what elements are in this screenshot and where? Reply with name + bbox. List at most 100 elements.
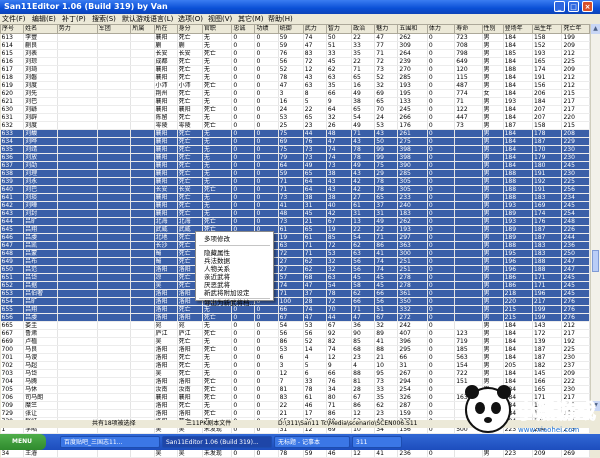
table-row[interactable]: 619 刘度 小沛 小沛 死亡 0 0 47 63 35 16 32 193 0 487 男 184 156 212: [0, 81, 590, 90]
table-cell: 襄阳: [154, 393, 178, 402]
vertical-scrollbar[interactable]: ▲ ▼: [590, 24, 600, 411]
ctx-liked-officers[interactable]: 亲近武将: [204, 273, 230, 281]
table-row[interactable]: 648吕蒙蜀死亡无0072715363413000男195183250: [0, 249, 590, 258]
column-header[interactable]: 政治: [351, 24, 376, 34]
column-header[interactable]: 寿命: [454, 24, 483, 34]
menu-help[interactable]: 帮助(H): [268, 14, 293, 24]
ctx-multi-edit[interactable]: 多项修改: [204, 235, 230, 243]
table-row[interactable]: 651吕岱凉死亡无0057686345452780男186171245: [0, 273, 590, 282]
table-row[interactable]: 641 刘琰 襄阳 死亡无 0 0 73 38 38 27 65 233 0 男 188 183 234: [0, 193, 590, 202]
column-header[interactable]: 所属: [130, 24, 155, 34]
close-button[interactable]: ×: [582, 1, 593, 12]
minimize-button[interactable]: _: [554, 1, 565, 12]
column-header[interactable]: 五围和: [397, 24, 428, 34]
column-header[interactable]: 魅力: [374, 24, 399, 34]
column-header[interactable]: 登场年: [502, 24, 534, 34]
table-cell: 183: [532, 241, 563, 250]
table-row[interactable]: 654 吕旷 洛阳 洛阳 死亡 0 0 100 28 72 66 56 350 0 男 220 217 276: [0, 297, 590, 306]
context-menu: 多项修改 隐藏属性 兵法数据 人物关系 亲近武将 厌恶武将 新武将附加设定 导出…: [195, 231, 274, 307]
table-row[interactable]: 644 吕旷 北海 北海 死亡 0 0 73 21 67 13 49 262 0 男 193 176 248: [0, 217, 590, 226]
table-row[interactable]: 614 蒯良蒯蒯无 0 0 59 47 51 33 77 309 0 708 男 184 152 209: [0, 41, 590, 50]
table-row[interactable]: 667 鲁肃 庐江 庐江 死亡 0 0 56 56 92 90 89 407 0 123 男 184 172 217: [0, 329, 590, 338]
task-folder-311[interactable]: 311: [352, 436, 402, 448]
table-row[interactable]: 649吕布蜀死亡无0027623256742510男196188247: [0, 257, 590, 266]
task-notepad[interactable]: 无标题 - 记事本: [274, 436, 350, 448]
menu-other[interactable]: 其它(M): [238, 14, 264, 24]
menu-file[interactable]: 文件(F): [2, 14, 26, 24]
task-browser[interactable]: 百度贴吧_三国志11...: [60, 436, 160, 448]
table-row[interactable]: 613 李豐 襄阳 死亡无 0 0 59 74 50 22 47 262 0 723 男 184 158 199: [0, 33, 590, 42]
column-header[interactable]: 武力: [302, 24, 327, 34]
table-row[interactable]: 652吕据吴死亡无0074475458452780男186171245: [0, 281, 590, 290]
ctx-export-officers[interactable]: 导出为新武将档...: [204, 299, 256, 307]
table-row[interactable]: 702 马超 洛阳 死亡无 0 0 3 5 9 4 10 31 0 154 男 205 182 237: [0, 361, 590, 370]
table-row[interactable]: 645 吕翔 武威 武威 死亡 0 0 61 65 19 22 22 193 0 男 189 187 226: [0, 225, 590, 234]
maximize-button[interactable]: □: [568, 1, 579, 12]
table-row[interactable]: 615 刘表 长安 长安 死亡 0 0 76 83 33 35 71 264 0 798 男 185 193 212: [0, 49, 590, 58]
table-cell: 刘先: [23, 89, 58, 98]
table-row[interactable]: 700 马良 洛阳 洛阳 死亡 0 0 53 14 74 68 88 295 0 185 男 184 187 225: [0, 345, 590, 354]
table-row[interactable]: 642 刘曄 襄阳 死亡无 0 0 41 31 40 61 37 240 0 男 193 169 245: [0, 201, 590, 210]
table-row[interactable]: 701 马谡 洛阳 死亡无 0 0 6 4 12 23 21 66 0 563 男 184 187 230: [0, 353, 590, 362]
column-header[interactable]: 智力: [325, 24, 353, 34]
column-header[interactable]: 姓名: [23, 24, 58, 34]
menu-options[interactable]: 选项(O): [178, 14, 203, 24]
table-row[interactable]: 639 刘永 襄阳 死亡无 0 0 71 64 43 42 78 305 0 男 188 192 225: [0, 177, 590, 186]
table-row[interactable]: 637 刘劭 襄阳 死亡无 0 0 64 49 73 49 75 390 0 男 184 180 245: [0, 161, 590, 170]
table-row[interactable]: 630 刘繇 襄阳 襄阳 死亡 0 0 24 22 64 65 70 245 0 122 男 184 207 217: [0, 105, 590, 114]
table-row[interactable]: 703 马岱吴死亡无 0 0 12 6 66 88 95 267 0 722 男 184 145 209: [0, 369, 590, 378]
column-header[interactable]: 序号: [0, 24, 25, 34]
table-row[interactable]: 638 刘理 襄阳 死亡无 0 0 59 65 38 43 29 285 0 男 188 191 230: [0, 169, 590, 178]
ctx-disliked-officers[interactable]: 厌恶武将: [204, 281, 230, 289]
table-cell: 77: [374, 41, 399, 50]
menu-edit[interactable]: 编辑(E): [32, 14, 56, 24]
table-row[interactable]: 636 刘放 襄阳 死亡无 0 0 79 73 74 78 99 398 0 男 184 179 230: [0, 153, 590, 162]
column-header[interactable]: 官职: [201, 24, 233, 34]
table-row[interactable]: 34 王濬吴吴未发现 0 0 78 59 46 12 41 236 0 男 223 209 269: [0, 449, 590, 458]
menu-patch[interactable]: 补丁(P): [62, 14, 86, 24]
ctx-relationships[interactable]: 人物关系: [204, 265, 230, 273]
table-row[interactable]: 655 吕翔 洛阳 死亡无 0 0 66 74 70 71 51 332 0 男 215 199 276: [0, 305, 590, 314]
table-row[interactable]: 631 刘辟 陈留 死亡无 0 0 53 65 32 54 24 266 0 447 男 184 207 220: [0, 113, 590, 122]
column-header[interactable]: 军团: [96, 24, 132, 34]
column-header[interactable]: 功绩: [254, 24, 279, 34]
table-row[interactable]: 634 刘晔 襄阳 死亡无 0 0 69 76 47 43 50 275 0 男 184 187 229: [0, 137, 590, 146]
column-header[interactable]: 统御: [277, 24, 304, 34]
table-row[interactable]: 633 刘馥 襄阳 死亡无 0 0 75 44 48 71 43 261 0 男 184 178 208: [0, 129, 590, 138]
table-row[interactable]: 640 刘巴 长安 长安 死亡 0 0 71 64 43 42 78 305 0 男 188 191 256: [0, 185, 590, 194]
start-button[interactable]: MENU: [0, 434, 46, 450]
column-header[interactable]: 势力: [56, 24, 98, 34]
table-row[interactable]: 618 刘磐 襄阳 死亡无 0 0 78 43 63 65 52 285 0 115 男 184 191 212: [0, 73, 590, 82]
table-row[interactable]: 647吕凯长沙死亡无0063717262863630男188183236: [0, 241, 590, 250]
column-header[interactable]: 出生年: [531, 24, 563, 34]
ctx-new-officer-settings[interactable]: 新武将附加设定: [204, 289, 250, 297]
menu-language[interactable]: 默认游戏语言(L): [122, 14, 173, 24]
menu-search[interactable]: 搜索(S): [92, 14, 116, 24]
ctx-tactics-data[interactable]: 兵法数据: [204, 257, 230, 265]
column-header[interactable]: 体力: [426, 24, 456, 34]
ctx-hidden-attributes[interactable]: 隐藏属性: [204, 249, 230, 257]
table-row[interactable]: 669 卢植吴死亡无 0 0 86 52 82 85 41 396 0 719 男 184 139 192: [0, 337, 590, 346]
menu-view[interactable]: 视图(V): [208, 14, 232, 24]
table-row[interactable]: 650吕范洛阳洛阳死亡0027623256742510男196188247: [0, 265, 590, 274]
table-row[interactable]: 632 刘度 零陵 零陵 死亡 0 0 25 23 26 49 53 176 0 73 男 187 158 215: [0, 121, 590, 130]
column-header[interactable]: 身分: [176, 24, 203, 34]
table-row[interactable]: 656 吕虔 洛阳 洛阳 死亡 0 0 67 47 44 47 67 272 0 男 215 199 276: [0, 313, 590, 322]
table-row[interactable]: 653吕伯奢洛阳洛阳死亡0071377862663610男218196245: [0, 289, 590, 298]
column-header[interactable]: 忠诚: [231, 24, 256, 34]
table-row[interactable]: 620 刘先 荆州 死亡无 0 0 3 8 66 49 69 195 0 774 女 184 206 215: [0, 89, 590, 98]
table-row[interactable]: 665 娄圭宛宛无 0 0 54 53 67 36 32 242 0 男 184 143 212: [0, 321, 590, 330]
column-header[interactable]: 性别: [481, 24, 504, 34]
table-row[interactable]: 617 刘琦 襄阳 死亡无 0 0 52 12 62 71 73 270 0 120 男 188 174 209: [0, 65, 590, 74]
column-header[interactable]: 死亡年: [561, 24, 590, 34]
table-row[interactable]: 635 刘靖 襄阳 死亡无 0 0 75 73 74 78 99 398 0 男 184 170 230: [0, 145, 590, 154]
scroll-thumb[interactable]: [592, 250, 599, 272]
scroll-up-arrow-icon[interactable]: ▲: [591, 24, 600, 34]
table-row[interactable]: 621 刘巴 襄阳 死亡无 0 0 16 5 9 38 65 133 0 71 男 193 184 217: [0, 97, 590, 106]
table-row[interactable]: 616 刘琮 成都 死亡无 0 0 56 72 45 22 72 239 0 649 男 184 165 225: [0, 57, 590, 66]
task-san11editor[interactable]: San11Editor 1.06 (Build 319)...: [162, 436, 272, 448]
column-header[interactable]: 所在: [153, 24, 178, 34]
title-bar[interactable]: San11Editor 1.06 (Build 319) by Van _ □ …: [0, 0, 600, 14]
table-row[interactable]: 646吕虔北地死亡无0019618554712970男189187244: [0, 233, 590, 242]
table-row[interactable]: 643 刘封 襄阳 死亡无 0 0 48 45 42 31 31 183 0 男 189 174 254: [0, 209, 590, 218]
